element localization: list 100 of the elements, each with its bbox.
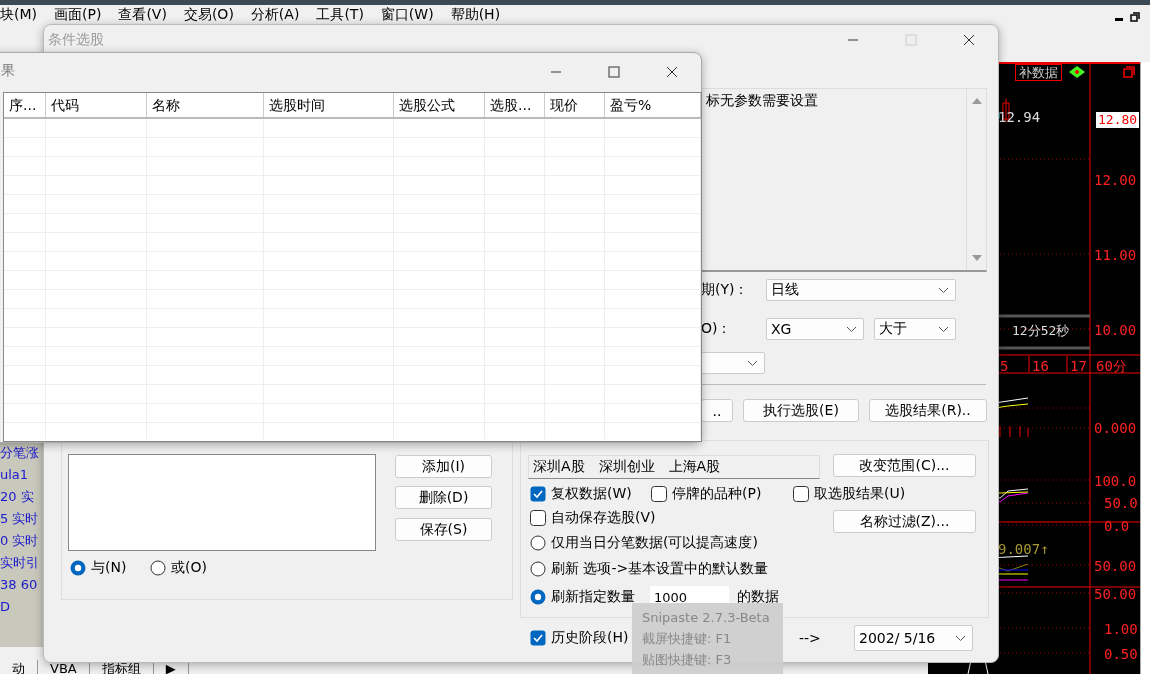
checkbox[interactable] xyxy=(651,486,667,502)
window-title: 果 xyxy=(1,62,15,80)
button[interactable]: 改变范围(C)... xyxy=(833,454,976,477)
window-icon[interactable] xyxy=(1123,66,1135,78)
axis-label: 0.000 xyxy=(1094,420,1137,436)
dropdown[interactable] xyxy=(701,352,765,374)
column-header[interactable]: 选股时间 xyxy=(264,93,394,117)
column-header[interactable]: 代码 xyxy=(46,93,147,117)
checkbox-label: 停牌的品种(P) xyxy=(672,485,762,503)
button[interactable]: 执行选股(E) xyxy=(743,399,859,422)
restore-icon[interactable] xyxy=(1130,12,1140,22)
axis-label: 1.00 xyxy=(1104,621,1138,637)
checkbox[interactable] xyxy=(530,486,546,502)
menu-item[interactable]: 画面(P) xyxy=(54,5,102,24)
radio-label: 与(N) xyxy=(91,559,127,577)
period-label: 60分 xyxy=(1096,358,1127,374)
radio-button[interactable] xyxy=(150,560,166,576)
axis-label: 0.50 xyxy=(1104,646,1138,662)
field-label: 的数据 xyxy=(737,588,779,606)
close-icon xyxy=(666,66,678,78)
field-label: 期(Y)： xyxy=(701,281,749,299)
arrow-label: --> xyxy=(799,630,821,646)
menu-item[interactable]: 查看(V) xyxy=(118,5,167,24)
radio-button[interactable] xyxy=(530,535,546,551)
countdown-label: 12分52秒 xyxy=(1012,323,1070,339)
menu-item[interactable]: 工具(T) xyxy=(316,5,364,24)
list-item[interactable]: 0 实时 xyxy=(0,530,44,552)
indicator-value: 9.007↑ xyxy=(998,541,1049,557)
column-header[interactable]: 盈亏% xyxy=(605,93,701,117)
tooltip-text: 截屏快捷键: F1 xyxy=(642,630,732,648)
tooltip-text: Snipaste 2.7.3-Beta xyxy=(642,609,770,627)
condition-list[interactable] xyxy=(68,454,376,551)
chevron-down-icon xyxy=(955,634,966,642)
radio-label: 仅用当日分笔数据(可以提高速度) xyxy=(551,534,758,552)
radio-label: 刷新指定数量 xyxy=(551,588,635,606)
axis-label: 17 xyxy=(1070,358,1087,374)
field-label: O)： xyxy=(701,320,732,338)
button[interactable]: .. xyxy=(701,399,733,422)
tab[interactable]: 动 xyxy=(0,660,38,674)
column-header[interactable]: 现价 xyxy=(545,93,605,117)
button[interactable]: 名称过滤(Z)... xyxy=(833,510,976,533)
axis-label: 10.00 xyxy=(1094,322,1137,338)
diamond-icon[interactable] xyxy=(1068,65,1086,79)
checkbox-label: 自动保存选股(V) xyxy=(551,509,656,527)
checkbox-label: 取选股结果(U) xyxy=(814,485,906,503)
axis-label: 5 xyxy=(1000,358,1009,374)
checkbox[interactable] xyxy=(530,630,546,646)
radio-label: 刷新 选项->基本设置中的默认数量 xyxy=(551,560,769,578)
button[interactable]: 保存(S) xyxy=(395,518,492,541)
menu-item[interactable]: 帮助(H) xyxy=(450,5,501,24)
menu-item[interactable]: 块(M) xyxy=(0,5,37,24)
column-header[interactable]: 选股... xyxy=(485,93,545,117)
checkbox[interactable] xyxy=(530,510,546,526)
column-header[interactable]: 名称 xyxy=(147,93,264,117)
axis-label: 50.00 xyxy=(1094,586,1137,602)
axis-label: 16 xyxy=(1032,358,1049,374)
dropdown[interactable]: 2002/ 5/16 xyxy=(854,625,973,651)
radio-button[interactable] xyxy=(530,589,546,605)
axis-label: 0.0 xyxy=(1104,518,1130,534)
checkbox-label: 复权数据(W) xyxy=(551,485,632,503)
tooltip-text: 贴图快捷键: F3 xyxy=(642,651,732,669)
column-header[interactable]: 序... xyxy=(4,93,46,117)
axis-label: 11.00 xyxy=(1094,247,1137,263)
chevron-down-icon xyxy=(747,359,758,367)
dropdown[interactable]: XG xyxy=(766,318,864,340)
radio-button[interactable] xyxy=(530,561,546,577)
list-item[interactable]: 实时引 xyxy=(0,552,44,574)
menu-item[interactable]: 交易(O) xyxy=(183,5,234,24)
axis-label: 50.0 xyxy=(1104,495,1138,511)
close-icon xyxy=(963,34,975,46)
radio-button[interactable] xyxy=(70,560,86,576)
window-title: 条件选股 xyxy=(48,31,104,49)
dropdown[interactable]: 大于 xyxy=(874,318,956,340)
menu-item[interactable]: 窗口(W) xyxy=(380,5,434,24)
current-price-tag: 12.80 xyxy=(1096,112,1140,128)
list-item[interactable]: D xyxy=(0,596,44,618)
menu-item[interactable]: 分析(A) xyxy=(250,5,300,24)
radio-label: 或(O) xyxy=(171,559,207,577)
list-item[interactable]: 5 实时 xyxy=(0,508,44,530)
chevron-down-icon xyxy=(938,325,949,333)
toolbar-button[interactable]: 补数据 xyxy=(1015,64,1062,81)
list-item[interactable]: ula1 xyxy=(0,464,44,486)
chevron-down-icon xyxy=(846,325,857,333)
button[interactable]: 删除(D) xyxy=(395,486,492,509)
maximize-icon xyxy=(608,66,620,78)
dropdown[interactable]: 日线 xyxy=(766,279,956,301)
list-item[interactable]: 分笔涨 xyxy=(0,442,44,464)
axis-label: 100.0 xyxy=(1094,473,1137,489)
button[interactable]: 选股结果(R).. xyxy=(869,399,987,422)
price-label: 12.94 xyxy=(998,109,1041,125)
list-item[interactable]: 38 60 xyxy=(0,574,44,596)
axis-label: 50.00 xyxy=(1094,558,1137,574)
column-header[interactable]: 选股公式 xyxy=(394,93,485,117)
axis-label: 12.00 xyxy=(1094,172,1137,188)
chevron-down-icon xyxy=(938,286,949,294)
checkbox-label: 历史阶段(H) xyxy=(551,629,629,647)
button[interactable]: 添加(I) xyxy=(395,455,492,478)
list-item[interactable]: 20 实 xyxy=(0,486,44,508)
range-field: 深圳A股 深圳创业 上海A股 xyxy=(528,455,820,479)
checkbox[interactable] xyxy=(793,486,809,502)
